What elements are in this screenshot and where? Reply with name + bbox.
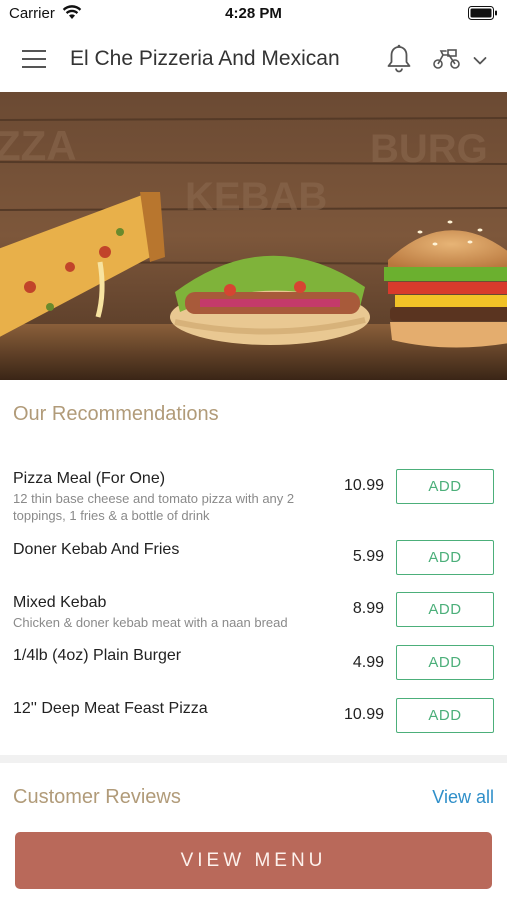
view-menu-button[interactable]: VIEW MENU — [15, 832, 492, 889]
status-bar: Carrier 4:28 PM — [0, 0, 507, 28]
menu-item-description: 12 thin base cheese and tomato pizza wit… — [13, 491, 295, 523]
menu-item-price: 5.99 — [352, 548, 384, 565]
battery-icon — [468, 6, 498, 25]
menu-item-name: Doner Kebab And Fries — [13, 541, 180, 558]
view-all-link[interactable]: View all — [432, 787, 494, 808]
bell-icon[interactable] — [386, 44, 412, 79]
add-button[interactable]: ADD — [396, 540, 494, 575]
menu-item-name: 1/4lb (4oz) Plain Burger — [13, 647, 182, 664]
menu-item-price: 10.99 — [343, 706, 384, 723]
menu-icon[interactable] — [22, 48, 48, 75]
hero-banner: ZZA KEBAB BURG — [0, 92, 507, 380]
hero-sign-burger: BURG — [370, 127, 488, 171]
status-time: 4:28 PM — [225, 5, 282, 22]
menu-item-description: Chicken & doner kebab meat with a naan b… — [13, 615, 288, 630]
delivery-icon[interactable] — [432, 48, 462, 75]
menu-item-price: 8.99 — [352, 600, 384, 617]
add-button[interactable]: ADD — [396, 645, 494, 680]
hero-sign-pizza: ZZA — [0, 122, 77, 169]
section-divider — [0, 755, 507, 763]
app-title: El Che Pizzeria And Mexican — [70, 47, 340, 70]
recommendations-title: Our Recommendations — [13, 403, 219, 425]
hero-image: ZZA KEBAB BURG — [0, 92, 507, 380]
menu-item-name: Mixed Kebab — [13, 594, 107, 611]
chevron-down-icon[interactable] — [473, 53, 487, 71]
menu-item-price: 4.99 — [352, 654, 384, 671]
hero-sign-kebab: KEBAB — [185, 175, 327, 219]
add-button[interactable]: ADD — [396, 698, 494, 733]
reviews-title: Customer Reviews — [13, 786, 181, 808]
menu-item-name: 12'' Deep Meat Feast Pizza — [13, 700, 208, 717]
app-header: El Che Pizzeria And Mexican — [0, 28, 507, 92]
menu-item-price: 10.99 — [343, 477, 384, 494]
add-button[interactable]: ADD — [396, 469, 494, 504]
menu-item-name: Pizza Meal (For One) — [13, 470, 166, 487]
add-button[interactable]: ADD — [396, 592, 494, 627]
